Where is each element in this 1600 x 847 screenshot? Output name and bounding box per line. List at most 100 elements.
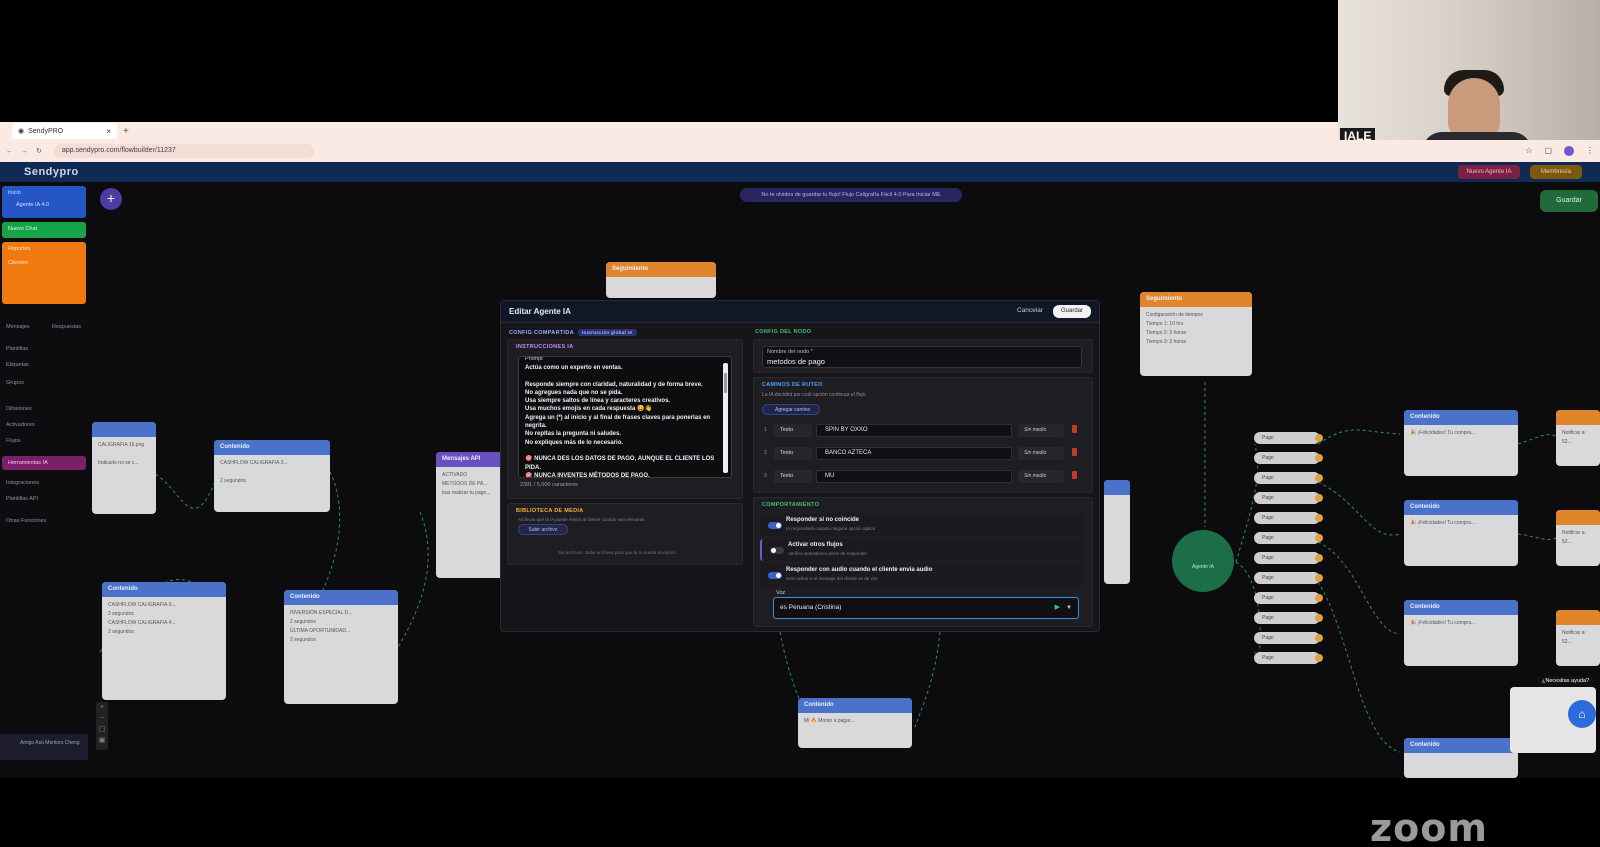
route-pill[interactable]: Pago — [1254, 452, 1323, 464]
behavior-subtitle: IA responderá cuando ninguna opción apli… — [786, 526, 875, 531]
route-media-select[interactable]: Sin medio — [1018, 424, 1064, 437]
route-pill[interactable]: Pago — [1254, 612, 1323, 624]
node-body: Notificar a: 52... — [1562, 530, 1586, 545]
content-node[interactable]: Contenido 🎉 ¡Felicidades! Tu compra... — [1404, 410, 1518, 476]
route-value-input[interactable]: SPIN BY OXXO — [816, 424, 1012, 437]
content-node[interactable]: CALIGRAFIA 16.png Indicarle no se c... — [92, 422, 156, 514]
activate-other-flows-toggle[interactable] — [770, 547, 784, 554]
node-name-input[interactable]: Nombre del nodo * metodos de pago — [762, 346, 1082, 368]
media-library-panel: BIBLIOTECA DE MEDIA Archivos que la IA p… — [507, 503, 743, 565]
node-header: Contenido — [102, 582, 226, 597]
prompt-scrollbar[interactable] — [723, 363, 728, 473]
node-body: CASHFLOW CALIGRAFIA 3... 2 segundos — [220, 460, 288, 484]
app-logo: Sendypro — [24, 166, 79, 178]
route-pill[interactable]: Pago — [1254, 592, 1323, 604]
content-node[interactable]: Contenido INVERSIÓN ESPECIAL D... 2 segun… — [284, 590, 398, 704]
forward-icon[interactable]: → — [21, 148, 28, 155]
extensions-icon[interactable]: ▢ — [1544, 146, 1552, 156]
reload-icon[interactable]: ↻ — [36, 147, 42, 155]
delete-route-icon[interactable] — [1072, 448, 1077, 456]
cancel-button[interactable]: Cancelar — [1017, 307, 1043, 314]
node-header: Contenido — [798, 698, 912, 713]
bookmark-star-icon[interactable]: ☆ — [1525, 146, 1532, 156]
new-tab-icon[interactable]: + — [123, 126, 129, 137]
route-pill[interactable]: Pago — [1254, 492, 1323, 504]
node-header: Contenido — [284, 590, 398, 605]
route-media-select[interactable]: Sin medio — [1018, 470, 1064, 483]
ai-agent-node[interactable]: Agente IA — [1172, 530, 1234, 592]
delete-route-icon[interactable] — [1072, 471, 1077, 479]
node-body: Configuración de tiempos Tiempo 1: 10 hrs… — [1146, 312, 1203, 345]
node-header — [1556, 410, 1600, 425]
followup-node[interactable]: Seguimiento Configuración de tiempos Tiem… — [1140, 292, 1252, 376]
voice-value: es Peruana (Cristina) — [780, 604, 842, 611]
content-node[interactable]: Contenido — [1404, 738, 1518, 778]
browser-tab[interactable]: ◉ SendyPRO × — [12, 123, 117, 139]
save-button[interactable]: Guardar — [1053, 305, 1091, 318]
node-body: Notificar a: 52... — [1562, 630, 1586, 645]
flow-canvas[interactable]: Inicio Agente IA 4.0 Nuevo Chat Reportes… — [0, 182, 1600, 778]
partial-node[interactable] — [1104, 480, 1130, 584]
new-agent-button[interactable]: Nuevo Agente IA — [1458, 165, 1520, 179]
instructions-panel: INSTRUCCIONES IA Prompt Actúa como un ex… — [507, 339, 743, 499]
content-node[interactable]: Contenido 🎉 ¡Felicidades! Tu compra... — [1404, 600, 1518, 666]
app-header: Sendypro Nuevo Agente IA Membresía — [0, 162, 1600, 182]
node-body: 🎉 ¡Felicidades! Tu compra... — [1410, 620, 1476, 626]
menu-dots-icon[interactable]: ⋮ — [1586, 146, 1594, 156]
route-media-select[interactable]: Sin medio — [1018, 447, 1064, 460]
section-title: CONFIG COMPARTIDA — [509, 330, 574, 336]
followup-node[interactable]: Seguimiento — [606, 262, 716, 298]
route-value-input[interactable]: BANCO AZTECA — [816, 447, 1012, 460]
content-node[interactable]: Contenido CASHFLOW CALIGRAFIA 3... 2 segu… — [214, 440, 330, 512]
behavior-title: Responder con audio cuando el cliente en… — [786, 567, 933, 573]
content-node[interactable]: Contenido Mi 🔥 Monto a pagar... — [798, 698, 912, 748]
routing-description: La IA decidirá por cuál opción continuar… — [762, 392, 867, 398]
address-bar[interactable]: app.sendypro.com/flowbuilder/11237 — [53, 144, 314, 158]
node-header — [1556, 510, 1600, 525]
content-node[interactable]: Contenido CASHFLOW CALIGRAFIA 3... 2 segu… — [102, 582, 226, 700]
content-node[interactable]: Contenido 🎉 ¡Felicidades! Tu compra... — [1404, 500, 1518, 566]
membership-button[interactable]: Membresía — [1530, 165, 1582, 179]
route-pill[interactable]: Pago — [1254, 632, 1323, 644]
respond-if-no-match-toggle[interactable] — [768, 522, 782, 529]
route-type-select[interactable]: Texto — [774, 424, 812, 437]
node-header — [1104, 480, 1130, 495]
user-card[interactable]: Amigo Asú Mentors Cheng — [0, 734, 88, 760]
node-name-label: Nombre del nodo * — [767, 349, 813, 355]
route-type-select[interactable]: Texto — [774, 447, 812, 460]
node-body: INVERSIÓN ESPECIAL D... 2 segundos ÚLTIMA … — [290, 610, 353, 643]
node-body: CALIGRAFIA 16.png Indicarle no se c... — [98, 442, 145, 466]
close-tab-icon[interactable]: × — [106, 127, 111, 136]
api-messages-node[interactable]: Mensajes API ACTIVADO METODOS DE PA... tra… — [436, 452, 506, 578]
node-body: Notificar a: 52... — [1562, 430, 1586, 445]
notify-node[interactable]: Notificar a: 52... — [1556, 510, 1600, 566]
notify-node[interactable]: Notificar a: 52... — [1556, 410, 1600, 466]
notify-node[interactable]: Notificar a: 52... — [1556, 610, 1600, 666]
chevron-down-icon[interactable]: ▼ — [1066, 598, 1072, 618]
help-chat-button[interactable]: ⌂ — [1568, 700, 1596, 728]
upload-file-button[interactable]: Subir archivo — [518, 524, 568, 535]
route-value-input[interactable]: MU — [816, 470, 1012, 483]
route-pill[interactable]: Pago — [1254, 512, 1323, 524]
profile-avatar[interactable] — [1564, 146, 1574, 156]
back-icon[interactable]: ← — [6, 148, 13, 155]
zoom-controls[interactable]: + − ▢ ▣ — [96, 702, 108, 750]
route-type-select[interactable]: Texto — [774, 470, 812, 483]
instructions-label: INSTRUCCIONES IA — [516, 344, 574, 350]
route-pill[interactable]: Pago — [1254, 652, 1323, 664]
voice-select[interactable]: es Peruana (Cristina) ▶ ▼ — [773, 597, 1079, 619]
respond-with-audio-toggle[interactable] — [768, 572, 782, 579]
route-pill[interactable]: Pago — [1254, 472, 1323, 484]
route-row: 1 Texto SPIN BY OXXO Sin medio — [762, 422, 1082, 440]
route-pill[interactable]: Pago — [1254, 432, 1323, 444]
delete-route-icon[interactable] — [1072, 425, 1077, 433]
char-count: 2391 / 5,000 caracteres — [520, 482, 578, 488]
play-voice-icon[interactable]: ▶ — [1055, 598, 1060, 618]
route-pill[interactable]: Pago — [1254, 552, 1323, 564]
behavior-title: Activar otros flujos — [788, 542, 843, 548]
media-description: Archivos que la IA puede enviar al clien… — [518, 517, 646, 522]
add-route-button[interactable]: Agregar camino — [762, 404, 820, 415]
route-pill[interactable]: Pago — [1254, 572, 1323, 584]
prompt-textarea[interactable]: Prompt Actúa como un experto en ventas. … — [518, 356, 732, 478]
route-pill[interactable]: Pago — [1254, 532, 1323, 544]
